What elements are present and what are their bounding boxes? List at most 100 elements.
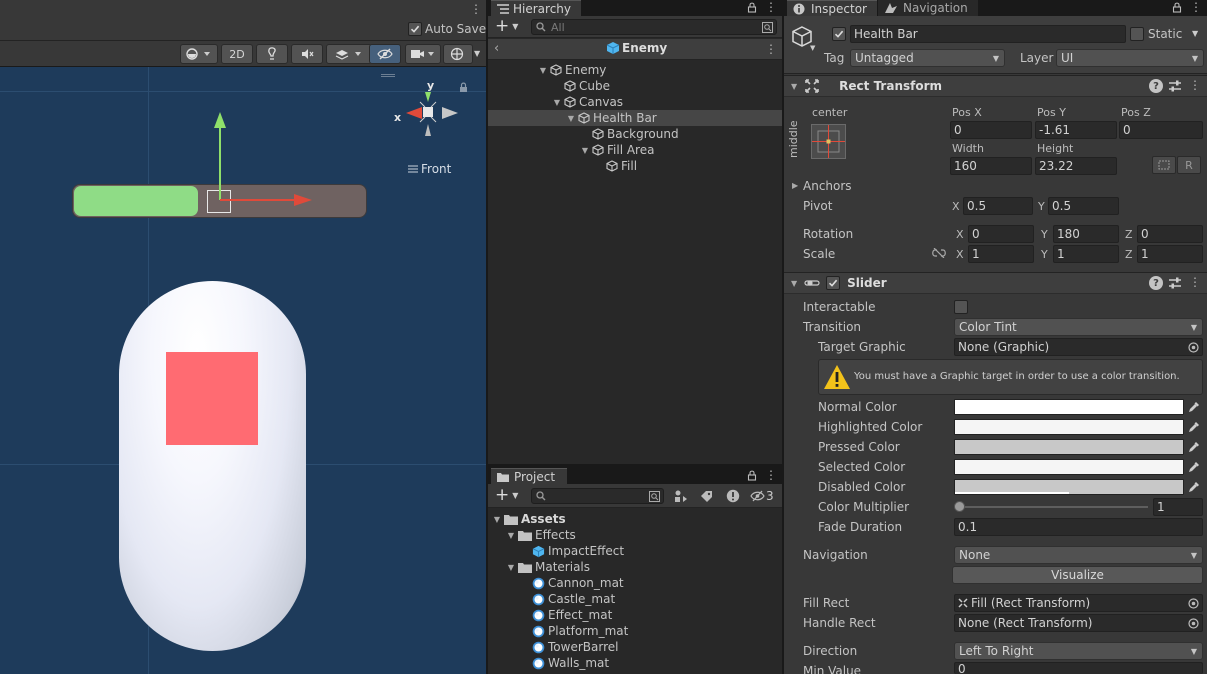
anchors-foldout-icon[interactable]: ▶: [792, 181, 798, 190]
link-broken-icon[interactable]: [932, 248, 946, 258]
rotation-y-field[interactable]: 180: [1053, 225, 1119, 243]
project-item[interactable]: Cannon_mat: [488, 575, 782, 591]
effects-toggle-button[interactable]: [326, 44, 372, 64]
kebab-menu-icon[interactable]: ⋮: [765, 42, 777, 56]
expanded-arrow-icon[interactable]: ▼: [580, 145, 590, 155]
navigation-dropdown[interactable]: None ▼: [954, 546, 1203, 564]
expanded-arrow-icon[interactable]: ▼: [506, 562, 516, 572]
project-item[interactable]: Castle_mat: [488, 591, 782, 607]
kebab-menu-icon[interactable]: ⋮: [1189, 78, 1201, 92]
projection-toggle[interactable]: Front: [408, 162, 451, 176]
icon-dropdown-icon[interactable]: ▼: [810, 44, 815, 52]
search-options-icon[interactable]: [762, 22, 773, 33]
kebab-menu-icon[interactable]: ⋮: [765, 468, 777, 482]
foldout-arrow-icon[interactable]: ▼: [791, 82, 797, 91]
gizmos-dropdown-icon[interactable]: ▼: [474, 49, 480, 58]
hidden-packages-toggle[interactable]: 3: [750, 489, 774, 503]
disabled-color-swatch[interactable]: [954, 479, 1184, 495]
camera-settings-button[interactable]: [405, 44, 441, 64]
active-checkbox[interactable]: [832, 27, 846, 41]
2d-toggle-button[interactable]: 2D: [221, 44, 253, 64]
hierarchy-item[interactable]: ▼ Fill Area: [488, 142, 782, 158]
create-button[interactable]: + ▼: [495, 18, 518, 35]
eyedropper-icon[interactable]: [1186, 419, 1202, 435]
orientation-gizmo[interactable]: y x: [392, 78, 464, 148]
highlighted-color-swatch[interactable]: [954, 419, 1184, 435]
object-picker-icon[interactable]: [1188, 618, 1199, 629]
fade-duration-field[interactable]: 0.1: [954, 518, 1203, 536]
lock-icon[interactable]: [1172, 2, 1182, 13]
project-item[interactable]: ▼ Materials: [488, 559, 782, 575]
hierarchy-item[interactable]: Cube: [488, 78, 782, 94]
transition-dropdown[interactable]: Color Tint ▼: [954, 318, 1203, 336]
lighting-toggle-button[interactable]: [256, 44, 288, 64]
cube-object[interactable]: [166, 352, 258, 445]
help-icon[interactable]: ?: [1149, 79, 1163, 93]
gizmos-button[interactable]: [443, 44, 473, 64]
scale-z-field[interactable]: 1: [1137, 245, 1203, 263]
expanded-arrow-icon[interactable]: ▼: [552, 97, 562, 107]
anchor-preset-button[interactable]: [811, 124, 846, 159]
foldout-arrow-icon[interactable]: ▼: [791, 279, 797, 288]
color-multiplier-field[interactable]: 1: [1153, 498, 1203, 516]
min-value-field[interactable]: 0: [954, 662, 1203, 674]
move-tool-gizmo[interactable]: [200, 108, 320, 208]
tag-icon[interactable]: [700, 490, 713, 503]
interactable-checkbox[interactable]: [954, 300, 968, 314]
direction-dropdown[interactable]: Left To Right ▼: [954, 642, 1203, 660]
pos-y-field[interactable]: -1.61: [1035, 121, 1117, 139]
expanded-arrow-icon[interactable]: ▼: [566, 113, 576, 123]
kebab-menu-icon[interactable]: ⋮: [765, 0, 777, 14]
tab-hierarchy[interactable]: Hierarchy: [491, 0, 581, 16]
tag-dropdown[interactable]: Untagged ▼: [850, 49, 1005, 67]
slider-enabled-checkbox[interactable]: [826, 276, 841, 290]
rotation-x-field[interactable]: 0: [968, 225, 1034, 243]
object-picker-icon[interactable]: [1188, 342, 1199, 353]
static-checkbox[interactable]: [1130, 27, 1144, 41]
rotation-z-field[interactable]: 0: [1137, 225, 1203, 243]
warning-filter-icon[interactable]: [726, 489, 740, 503]
hierarchy-item[interactable]: Fill: [488, 158, 782, 174]
create-button[interactable]: + ▼: [495, 487, 518, 504]
eyedropper-icon[interactable]: [1186, 459, 1202, 475]
project-item[interactable]: ImpactEffect: [488, 543, 782, 559]
selected-color-swatch[interactable]: [954, 459, 1184, 475]
project-item[interactable]: ▼ Assets: [488, 511, 782, 527]
project-item[interactable]: Platform_mat: [488, 623, 782, 639]
height-field[interactable]: 23.22: [1035, 157, 1117, 175]
tab-navigation[interactable]: Navigation: [878, 0, 978, 16]
scene-view[interactable]: ⋮ Auto Save 2D ▼ y x Front: [0, 0, 487, 674]
color-multiplier-track[interactable]: [958, 506, 1148, 508]
presets-sliders-icon[interactable]: [1168, 79, 1182, 93]
object-name-field[interactable]: Health Bar: [850, 25, 1126, 43]
tab-inspector[interactable]: Inspector: [787, 0, 877, 16]
width-field[interactable]: 160: [950, 157, 1032, 175]
fill-rect-field[interactable]: Fill (Rect Transform): [954, 594, 1203, 612]
layer-dropdown[interactable]: UI ▼: [1056, 49, 1204, 67]
filter-by-type-icon[interactable]: [674, 490, 688, 503]
project-item[interactable]: TowerBarrel: [488, 639, 782, 655]
pivot-x-field[interactable]: 0.5: [963, 197, 1033, 215]
object-picker-icon[interactable]: [1188, 598, 1199, 609]
anchors-label[interactable]: Anchors: [803, 179, 852, 193]
presets-sliders-icon[interactable]: [1168, 276, 1182, 290]
auto-save-checkbox[interactable]: [408, 22, 422, 36]
visualize-button[interactable]: Visualize: [952, 566, 1203, 584]
shading-mode-button[interactable]: [180, 44, 218, 64]
pressed-color-swatch[interactable]: [954, 439, 1184, 455]
project-item[interactable]: Effect_mat: [488, 607, 782, 623]
project-search-field[interactable]: [531, 488, 664, 504]
enemy-capsule[interactable]: [119, 281, 306, 651]
search-options-icon[interactable]: [649, 491, 660, 502]
eyedropper-icon[interactable]: [1186, 479, 1202, 495]
pos-z-field[interactable]: 0: [1119, 121, 1203, 139]
target-graphic-field[interactable]: None (Graphic): [954, 338, 1203, 356]
hierarchy-item[interactable]: ▼ Canvas: [488, 94, 782, 110]
expanded-arrow-icon[interactable]: ▼: [538, 65, 548, 75]
pivot-y-field[interactable]: 0.5: [1048, 197, 1119, 215]
hierarchy-item[interactable]: ▼ Health Bar: [488, 110, 782, 126]
project-item[interactable]: ▼ Effects: [488, 527, 782, 543]
color-multiplier-knob[interactable]: [954, 501, 965, 512]
scene-visibility-button[interactable]: [369, 44, 401, 64]
slider-header[interactable]: ▼ Slider ? ⋮: [784, 272, 1207, 294]
